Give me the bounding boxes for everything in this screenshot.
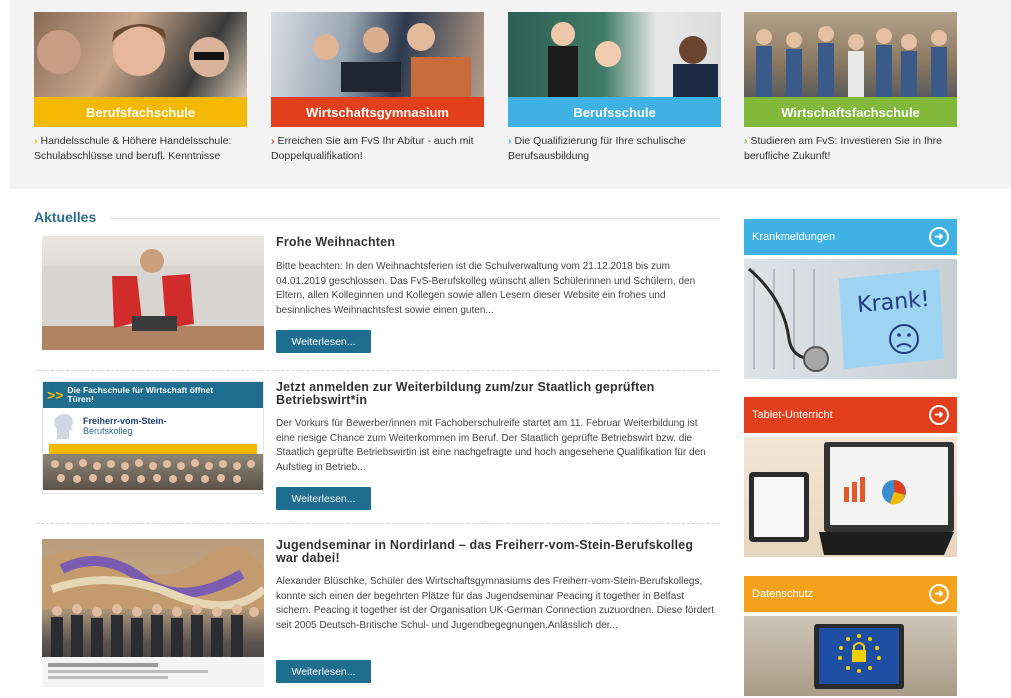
logo-subtext: Berufskolleg xyxy=(83,426,133,436)
group-photo xyxy=(744,12,957,97)
news-article: >> Die Fachschule für Wirtschaft öffnet … xyxy=(42,381,722,511)
chevron-right-icon: › xyxy=(744,135,748,147)
sidebar-header[interactable]: Datenschutz ➜ xyxy=(744,576,957,612)
sidebar-box-datenschutz[interactable]: Datenschutz ➜ xyxy=(744,576,957,696)
sidebar-label: Datenschutz xyxy=(752,588,814,600)
school-card-desc: › Erreichen Sie am FvS Ihr Abitur - auch … xyxy=(271,134,484,164)
chevron-right-icon: › xyxy=(271,135,275,147)
read-more-button[interactable]: Weiterlesen... xyxy=(276,330,371,353)
article-title[interactable]: Frohe Weihnachten xyxy=(276,236,716,249)
weiterbildung-banner-image[interactable]: >> Die Fachschule für Wirtschaft öffnet … xyxy=(42,381,264,494)
double-chevron-icon: >> xyxy=(47,387,64,403)
read-more-button[interactable]: Weiterlesen... xyxy=(276,660,371,683)
school-card-label[interactable]: Berufsschule xyxy=(508,97,721,127)
arrow-circle-icon[interactable]: ➜ xyxy=(929,227,949,247)
logo-text: Freiherr-vom-Stein- xyxy=(83,416,167,426)
christmas-socks-image[interactable] xyxy=(42,236,264,350)
school-card-desc: › Studieren am FvS: Investieren Sie in Ih… xyxy=(744,134,957,164)
school-card-desc-text: Erreichen Sie am FvS Ihr Abitur - auch m… xyxy=(271,135,474,162)
news-article: Frohe Weihnachten Bitte beachten: In den… xyxy=(42,236,722,356)
article-text: Bitte beachten: In den Weihnachtsferien … xyxy=(276,261,696,316)
school-card-label[interactable]: Berufsfachschule xyxy=(34,97,247,127)
gdpr-laptop-image[interactable] xyxy=(744,616,957,696)
school-card-berufsfachschule[interactable]: Berufsfachschule › Handelsschule & Höhere… xyxy=(34,12,247,164)
classroom-photo xyxy=(508,12,721,97)
group-photo-strip xyxy=(43,454,263,490)
sidebar-label: Krankmeldungen xyxy=(752,231,836,243)
article-separator xyxy=(36,523,720,524)
graffiti-group-photo[interactable] xyxy=(42,539,264,687)
sidebar-header[interactable]: Krankmeldungen ➜ xyxy=(744,219,957,255)
arrow-circle-icon[interactable]: ➜ xyxy=(929,405,949,425)
school-card-label[interactable]: Wirtschaftsgymnasium xyxy=(271,97,484,127)
krank-note-image[interactable]: Krank! xyxy=(744,259,957,379)
section-divider xyxy=(110,218,720,219)
profile-logo-icon xyxy=(54,413,73,439)
school-card-desc-text: Handelsschule & Höhere Handelsschule: Sc… xyxy=(34,135,232,162)
school-card-desc-text: Studieren am FvS: Investieren Sie in Ihr… xyxy=(744,135,942,162)
school-card-wirtschaftsfachschule[interactable]: Wirtschaftsfachschule › Studieren am FvS:… xyxy=(744,12,957,164)
school-card-berufsschule[interactable]: Berufsschule › Die Qualifizierung für Ihr… xyxy=(508,12,721,164)
section-title: Aktuelles xyxy=(34,209,97,225)
arrow-circle-icon[interactable]: ➜ xyxy=(929,584,949,604)
school-card-wirtschaftsgymnasium[interactable]: Wirtschaftsgymnasium › Erreichen Sie am F… xyxy=(271,12,484,164)
article-separator xyxy=(36,370,720,371)
school-card-desc: › Handelsschule & Höhere Handelsschule: S… xyxy=(34,134,247,164)
chevron-right-icon: › xyxy=(508,135,512,147)
chevron-right-icon: › xyxy=(34,135,38,147)
article-text: Der Vorkurs für Bewerber/innen mit Facho… xyxy=(276,418,706,473)
tablet-laptop-image[interactable] xyxy=(744,437,957,557)
sidebar-label: Tablet-Unterricht xyxy=(752,409,833,421)
school-card-desc-text: Die Qualifizierung für Ihre schulische B… xyxy=(508,135,686,162)
article-title[interactable]: Jetzt anmelden zur Weiterbildung zum/zur… xyxy=(276,381,716,407)
sidebar-box-tablet-unterricht[interactable]: Tablet-Unterricht ➜ xyxy=(744,397,957,557)
students-laptop-photo xyxy=(271,12,484,97)
news-article: Jugendseminar in Nordirland – das Freihe… xyxy=(42,539,722,689)
students-photo xyxy=(34,12,247,97)
school-card-desc: › Die Qualifizierung für Ihre schulische … xyxy=(508,134,721,164)
sidebar-box-krankmeldungen[interactable]: Krankmeldungen ➜ Krank! xyxy=(744,219,957,379)
article-title[interactable]: Jugendseminar in Nordirland – das Freihe… xyxy=(276,539,716,565)
article-text: Alexander Blüschke, Schüler des Wirtscha… xyxy=(276,576,715,631)
school-card-label[interactable]: Wirtschaftsfachschule xyxy=(744,97,957,127)
sidebar-header[interactable]: Tablet-Unterricht ➜ xyxy=(744,397,957,433)
read-more-button[interactable]: Weiterlesen... xyxy=(276,487,371,510)
banner-text: Die Fachschule für Wirtschaft öffnet Tür… xyxy=(67,385,214,404)
